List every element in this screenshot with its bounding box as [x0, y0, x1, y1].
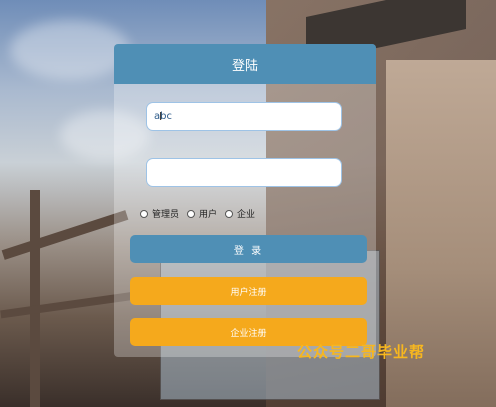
- panel-title: 登陆: [114, 44, 376, 84]
- watermark-text: 公众号二哥毕业帮: [297, 343, 426, 361]
- login-panel: 登陆 管理员 用户 企业 登 录 用户注册 企业注册: [114, 44, 376, 357]
- radio-admin[interactable]: [140, 209, 148, 218]
- radio-admin-label: 管理员: [152, 210, 180, 220]
- login-button[interactable]: 登 录: [130, 235, 367, 263]
- radio-company-label: 企业: [237, 210, 256, 220]
- radio-user[interactable]: [187, 209, 196, 218]
- building-beam: [1, 210, 129, 260]
- radio-company[interactable]: [225, 209, 234, 218]
- username-input[interactable]: [146, 102, 342, 131]
- text-cursor-icon: I: [159, 110, 163, 123]
- building-beam: [30, 190, 40, 407]
- radio-user-label: 用户: [199, 210, 218, 220]
- user-register-button[interactable]: 用户注册: [130, 277, 367, 305]
- cloud-shape: [10, 20, 130, 80]
- role-selector: 管理员 用户 企业: [140, 207, 259, 220]
- password-input[interactable]: [146, 158, 342, 187]
